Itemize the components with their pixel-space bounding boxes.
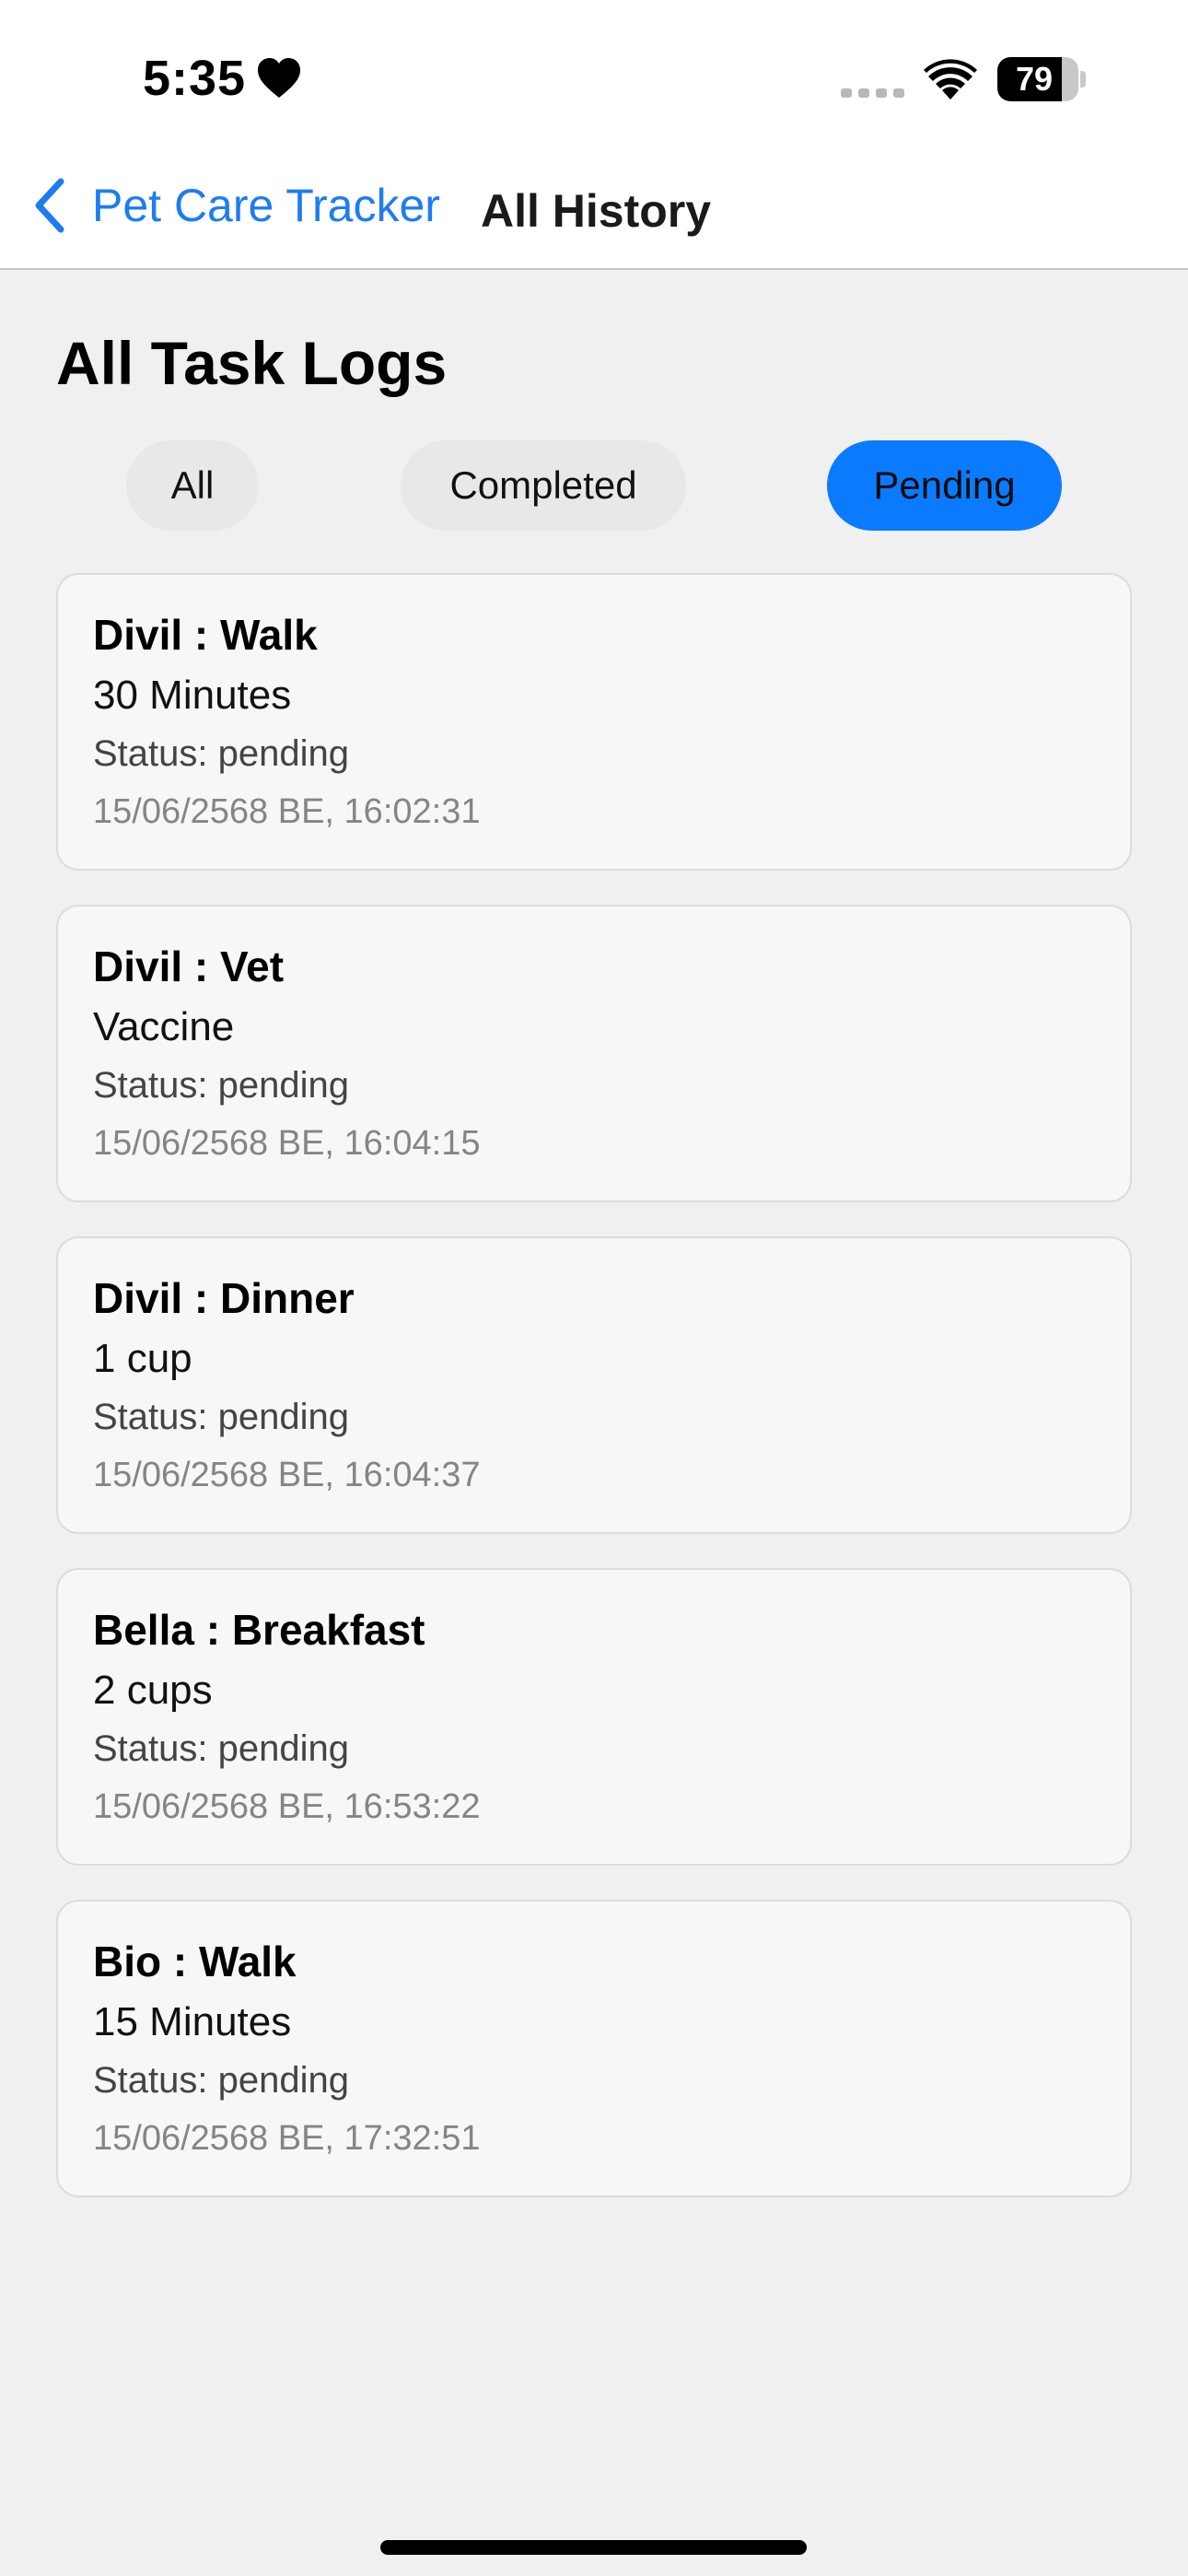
nav-title: All History	[481, 185, 712, 237]
battery-tip	[1080, 71, 1086, 88]
task-log-status: Status: pending	[93, 1397, 349, 1437]
task-log-card[interactable]: Divil : Dinner 1 cup Status: pending 15/…	[56, 1236, 1132, 1534]
task-log-timestamp: 15/06/2568 BE, 16:04:37	[93, 1456, 481, 1494]
task-log-detail: 1 cup	[93, 1336, 192, 1381]
task-log-status: Status: pending	[93, 733, 349, 774]
task-log-status: Status: pending	[93, 1065, 349, 1106]
filter-pending-label: Pending	[873, 463, 1016, 507]
filter-all-button[interactable]: All	[126, 440, 259, 531]
filter-all-label: All	[170, 463, 215, 507]
chevron-left-icon	[35, 178, 64, 233]
back-button-label: Pet Care Tracker	[92, 180, 440, 231]
wifi-icon	[924, 59, 977, 100]
task-log-status: Status: pending	[93, 2060, 349, 2101]
task-log-card[interactable]: Bella : Breakfast 2 cups Status: pending…	[56, 1568, 1132, 1866]
task-log-timestamp: 15/06/2568 BE, 17:32:51	[93, 2119, 481, 2158]
task-log-title: Divil : Walk	[93, 611, 318, 659]
task-log-status: Status: pending	[93, 1728, 349, 1769]
battery-icon: 79	[997, 57, 1086, 101]
heart-icon	[258, 58, 300, 98]
task-log-detail: 30 Minutes	[93, 673, 292, 718]
task-log-detail: 15 Minutes	[93, 1999, 292, 2044]
status-time: 5:35	[143, 51, 247, 106]
task-log-card[interactable]: Divil : Walk 30 Minutes Status: pending …	[56, 573, 1132, 871]
home-indicator[interactable]	[380, 2540, 807, 2555]
back-button[interactable]: Pet Care Tracker	[31, 173, 440, 238]
battery-level: 79	[1015, 60, 1054, 98]
task-log-detail: Vaccine	[93, 1004, 235, 1049]
task-log-timestamp: 15/06/2568 BE, 16:02:31	[93, 792, 481, 831]
task-log-timestamp: 15/06/2568 BE, 16:53:22	[93, 1787, 481, 1826]
page-title: All Task Logs	[56, 329, 448, 397]
task-log-title: Bella : Breakfast	[93, 1606, 425, 1654]
task-log-title: Bio : Walk	[93, 1938, 297, 1985]
task-log-timestamp: 15/06/2568 BE, 16:04:15	[93, 1124, 481, 1163]
task-log-card[interactable]: Bio : Walk 15 Minutes Status: pending 15…	[56, 1900, 1132, 2197]
task-log-card[interactable]: Divil : Vet Vaccine Status: pending 15/0…	[56, 905, 1132, 1202]
filter-completed-label: Completed	[449, 463, 637, 507]
filter-pending-button[interactable]: Pending	[827, 440, 1062, 531]
task-log-title: Divil : Dinner	[93, 1274, 355, 1322]
task-log-title: Divil : Vet	[93, 943, 285, 990]
navigation-bar: Pet Care Tracker All History	[0, 147, 1188, 270]
status-bar: 5:35 79	[0, 0, 1188, 147]
cellular-signal-icon	[841, 88, 904, 98]
filter-completed-button[interactable]: Completed	[401, 440, 686, 531]
task-log-detail: 2 cups	[93, 1668, 213, 1713]
